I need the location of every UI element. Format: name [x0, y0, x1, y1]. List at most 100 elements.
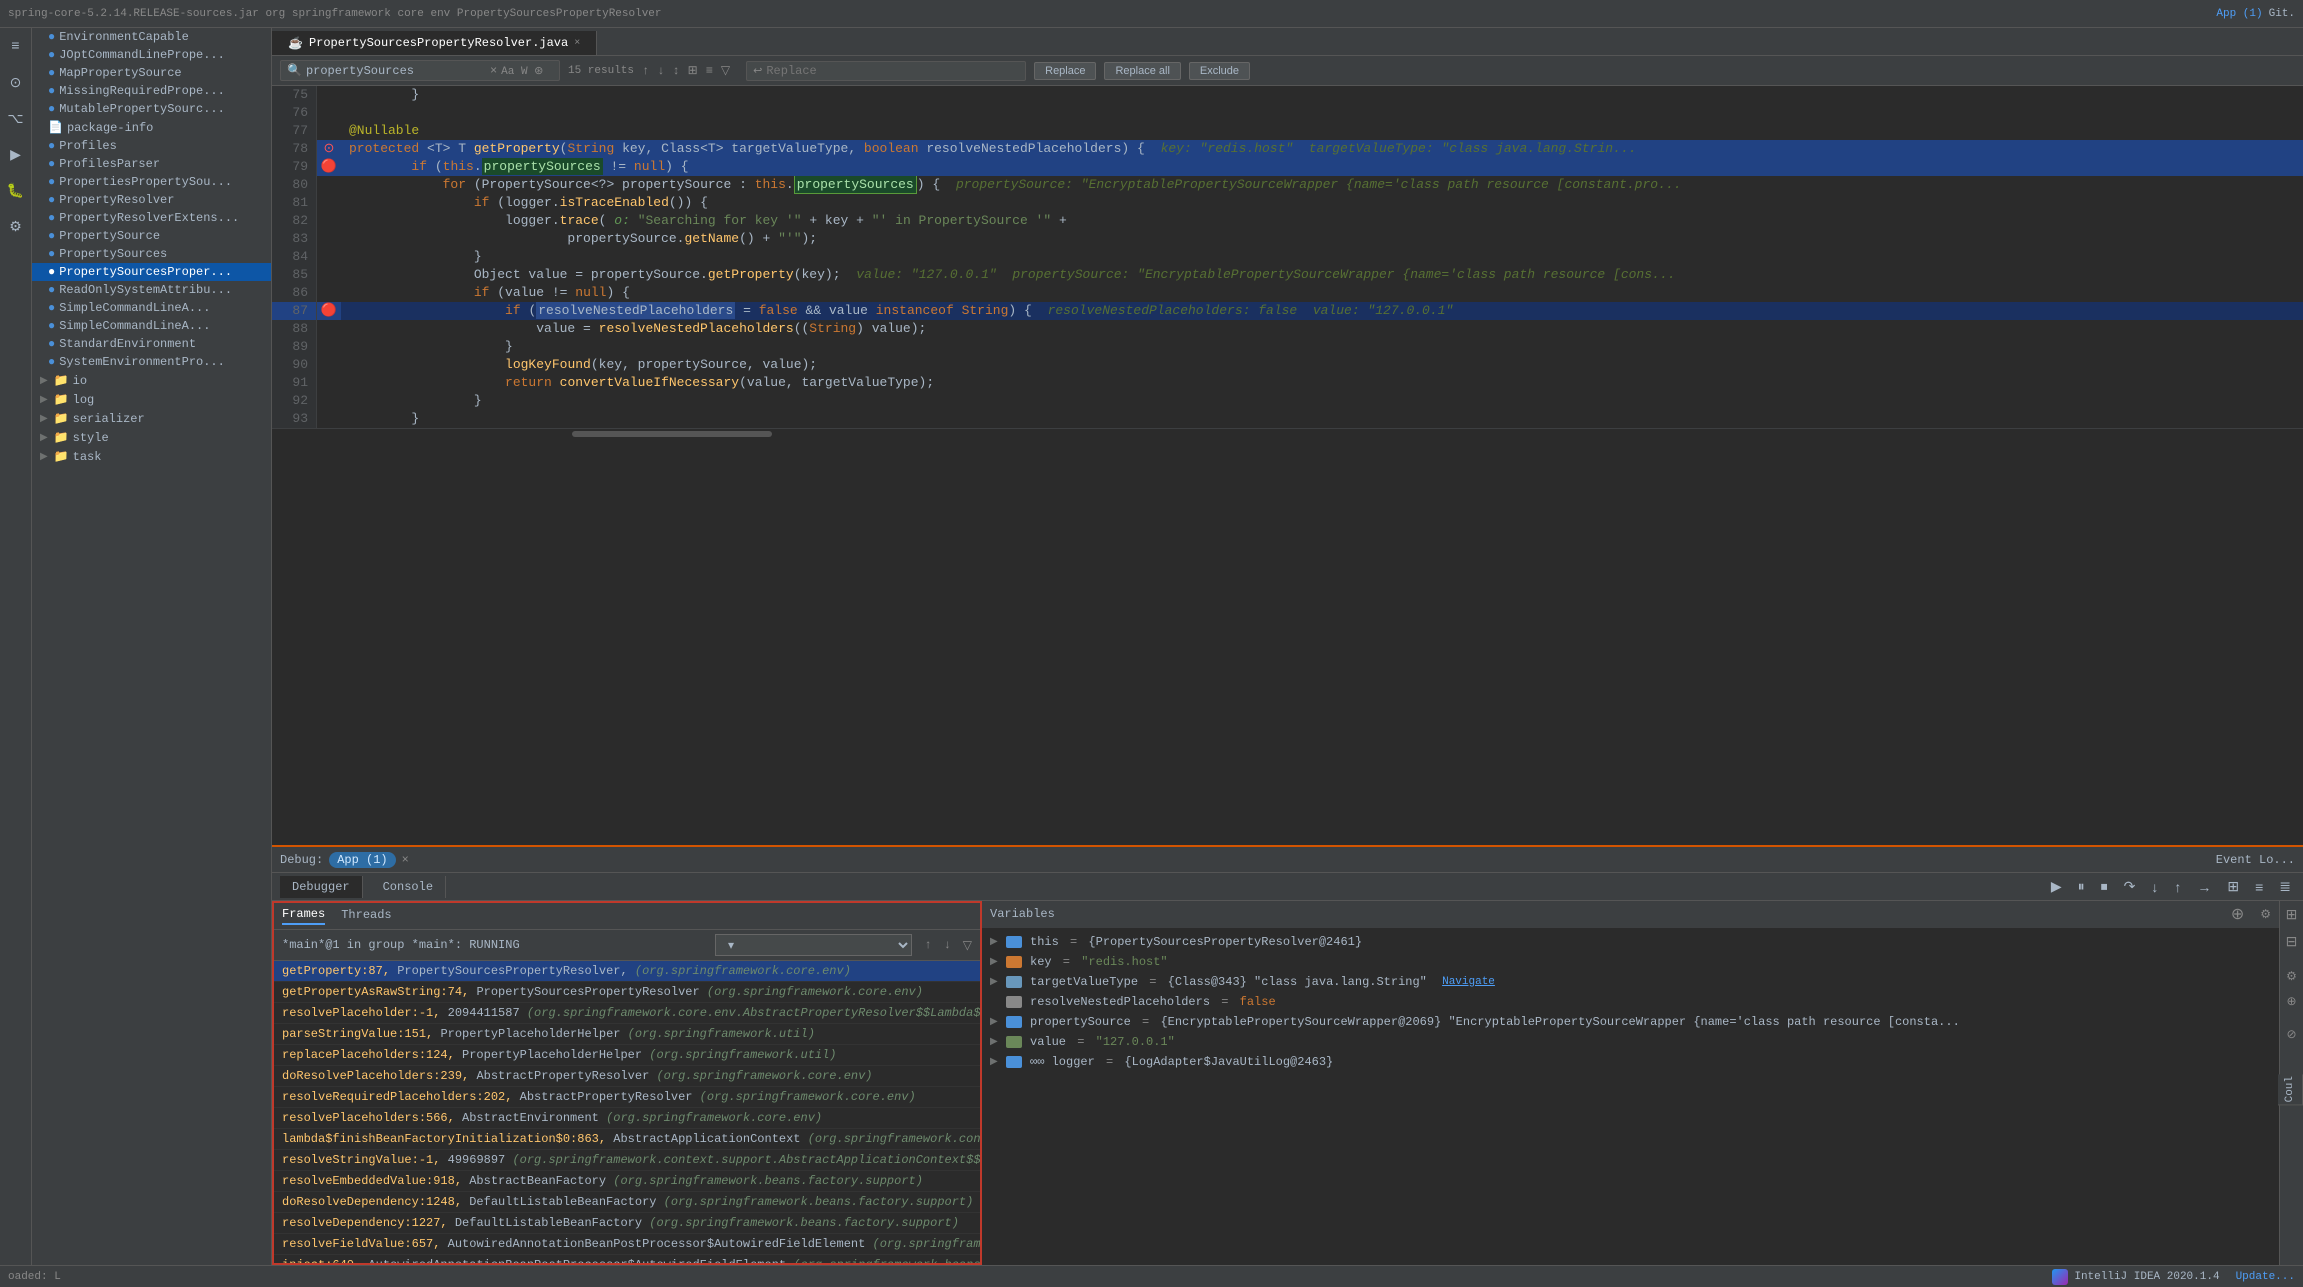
code-editor[interactable]: 75 } 76 77 @Nullable: [272, 86, 2303, 845]
search-nav-up[interactable]: ↑: [642, 64, 649, 78]
sidebar-item-18[interactable]: ● SystemEnvironmentPro...: [32, 353, 271, 371]
thread-selector[interactable]: ▾: [715, 934, 912, 956]
navigate-link[interactable]: Navigate: [1442, 976, 1495, 988]
var-expand-this[interactable]: ▶: [990, 936, 1002, 948]
git-icon[interactable]: ⌥: [5, 108, 27, 130]
h-scroll-thumb[interactable]: [572, 431, 772, 437]
frame-item-1[interactable]: getPropertyAsRawString:74, PropertySourc…: [274, 982, 980, 1003]
thread-filter-icon[interactable]: ▽: [963, 938, 972, 953]
debug-evaluate-btn[interactable]: ⊞: [2223, 876, 2243, 897]
frames-tab[interactable]: Frames: [282, 907, 325, 925]
sidebar-item-12[interactable]: ● PropertySources: [32, 245, 271, 263]
frame-item-7[interactable]: resolvePlaceholders:566, AbstractEnviron…: [274, 1108, 980, 1129]
var-expand-icon[interactable]: ⊟: [2284, 932, 2300, 953]
debug-resume-btn[interactable]: ▶: [2047, 876, 2066, 897]
debug-pause-btn[interactable]: ⏸: [2074, 876, 2089, 897]
debug-settings-btn[interactable]: ≡: [2251, 877, 2267, 897]
git-indicator[interactable]: Git.: [2269, 8, 2295, 20]
var-expand-all-icon[interactable]: ⊕: [2231, 904, 2244, 924]
var-item-logger[interactable]: ▶ ∞∞ logger = {LogAdapter$JavaUtilLog@24…: [982, 1052, 2279, 1072]
sidebar-item-13[interactable]: ● PropertySourcesProper...: [32, 263, 271, 281]
sidebar-item-8[interactable]: ● PropertiesPropertySou...: [32, 173, 271, 191]
frame-item-10[interactable]: resolveEmbeddedValue:918, AbstractBeanFa…: [274, 1171, 980, 1192]
sidebar-item-16[interactable]: ● SimpleCommandLineA...: [32, 317, 271, 335]
debugger-tab[interactable]: Debugger: [280, 876, 363, 898]
debug-icon-left[interactable]: 🐛: [5, 180, 27, 202]
search-funnel-icon[interactable]: ▽: [721, 63, 730, 78]
debug-tab-close[interactable]: ×: [402, 853, 409, 867]
sidebar-item-1[interactable]: ● JOptCommandLinePrope...: [32, 46, 271, 64]
var-more-icon[interactable]: ⊕: [2284, 992, 2298, 1011]
frame-item-6[interactable]: resolveRequiredPlaceholders:202, Abstrac…: [274, 1087, 980, 1108]
search-input-wrap[interactable]: 🔍 × Aa W ⊛: [280, 60, 560, 81]
sidebar-item-0[interactable]: ● EnvironmentCapable: [32, 28, 271, 46]
frame-item-5[interactable]: doResolvePlaceholders:239, AbstractPrope…: [274, 1066, 980, 1087]
threads-tab[interactable]: Threads: [341, 908, 391, 924]
replace-all-button[interactable]: Replace all: [1104, 62, 1180, 80]
frame-item-12[interactable]: resolveDependency:1227, DefaultListableB…: [274, 1213, 980, 1234]
var-collapse-icon[interactable]: ⊞: [2284, 905, 2300, 926]
var-expand-tvt[interactable]: ▶: [990, 976, 1002, 988]
sidebar-item-7[interactable]: ● ProfilesParser: [32, 155, 271, 173]
frame-item-0[interactable]: getProperty:87, PropertySourcesPropertyR…: [274, 961, 980, 982]
frame-item-8[interactable]: lambda$finishBeanFactoryInitialization$0…: [274, 1129, 980, 1150]
folder-task[interactable]: ▶ 📁 task: [32, 447, 271, 466]
frame-item-3[interactable]: parseStringValue:151, PropertyPlaceholde…: [274, 1024, 980, 1045]
debug-layout-btn[interactable]: ≣: [2275, 876, 2295, 897]
debug-step-over-btn[interactable]: ↷: [2120, 876, 2140, 897]
debug-app-tab[interactable]: App (1): [329, 852, 395, 868]
frame-item-9[interactable]: resolveStringValue:-1, 49969897 (org.spr…: [274, 1150, 980, 1171]
settings-left-icon[interactable]: ⚙: [5, 216, 27, 238]
sidebar-item-profiles[interactable]: ● Profiles: [32, 137, 271, 155]
search-options-icon[interactable]: ≡: [706, 64, 713, 78]
tab-close-btn[interactable]: ×: [574, 38, 580, 49]
var-search-icon[interactable]: ⊘: [2284, 1025, 2298, 1044]
search-close-icon[interactable]: ×: [490, 64, 497, 78]
var-item-value[interactable]: ▶ value = "127.0.0.1": [982, 1032, 2279, 1052]
debug-step-into-btn[interactable]: ↓: [2147, 877, 2162, 897]
sidebar-item-11[interactable]: ● PropertySource: [32, 227, 271, 245]
var-item-this[interactable]: ▶ this = {PropertySourcesPropertyResolve…: [982, 932, 2279, 952]
var-expand-key[interactable]: ▶: [990, 956, 1002, 968]
sidebar-item-5[interactable]: 📄 package-info: [32, 118, 271, 137]
sidebar-item-17[interactable]: ● StandardEnvironment: [32, 335, 271, 353]
var-item-rnp[interactable]: resolveNestedPlaceholders = false: [982, 992, 2279, 1012]
sidebar-item-14[interactable]: ● ReadOnlySystemAttribu...: [32, 281, 271, 299]
app-indicator[interactable]: App (1): [2216, 8, 2262, 20]
search-wrap-icon[interactable]: ↕: [672, 64, 679, 78]
folder-log[interactable]: ▶ 📁 log: [32, 390, 271, 409]
var-item-key[interactable]: ▶ key = "redis.host": [982, 952, 2279, 972]
frame-item-11[interactable]: doResolveDependency:1248, DefaultListabl…: [274, 1192, 980, 1213]
sidebar-item-10[interactable]: ● PropertyResolverExtens...: [32, 209, 271, 227]
frame-item-13[interactable]: resolveFieldValue:657, AutowiredAnnotati…: [274, 1234, 980, 1255]
thread-down-icon[interactable]: ↓: [944, 938, 951, 952]
editor-tab-active[interactable]: ☕ PropertySourcesPropertyResolver.java ×: [272, 31, 597, 55]
replace-input[interactable]: [766, 64, 886, 78]
code-horizontal-scrollbar[interactable]: [272, 428, 2303, 438]
exclude-button[interactable]: Exclude: [1189, 62, 1250, 80]
update-label[interactable]: Update...: [2236, 1271, 2295, 1283]
frame-item-14[interactable]: inject:640, AutowiredAnnotationBeanPostP…: [274, 1255, 980, 1263]
var-copy-icon[interactable]: ⚙: [2284, 967, 2299, 986]
search-nav-down[interactable]: ↓: [657, 64, 664, 78]
folder-style[interactable]: ▶ 📁 style: [32, 428, 271, 447]
sidebar-item-4[interactable]: ● MutablePropertySourc...: [32, 100, 271, 118]
debug-run-cursor-btn[interactable]: →: [2193, 877, 2215, 897]
sidebar-item-15[interactable]: ● SimpleCommandLineA...: [32, 299, 271, 317]
sidebar-item-3[interactable]: ● MissingRequiredPrope...: [32, 82, 271, 100]
search-filter-icon[interactable]: ⊞: [688, 63, 698, 78]
structure-icon[interactable]: ≡: [5, 36, 27, 58]
commit-icon[interactable]: ⊙: [5, 72, 27, 94]
replace-button[interactable]: Replace: [1034, 62, 1096, 80]
run-icon[interactable]: ▶: [5, 144, 27, 166]
var-item-ps[interactable]: ▶ propertySource = {EncryptablePropertyS…: [982, 1012, 2279, 1032]
frame-item-4[interactable]: replacePlaceholders:124, PropertyPlaceho…: [274, 1045, 980, 1066]
folder-io[interactable]: ▶ 📁 io: [32, 371, 271, 390]
thread-up-icon[interactable]: ↑: [924, 938, 931, 952]
console-tab[interactable]: Console: [371, 876, 446, 898]
replace-input-wrap[interactable]: ↩: [746, 61, 1026, 81]
sidebar-item-9[interactable]: ● PropertyResolver: [32, 191, 271, 209]
sidebar-item-2[interactable]: ● MapPropertySource: [32, 64, 271, 82]
var-settings-icon[interactable]: ⚙: [2260, 907, 2271, 922]
debug-step-out-btn[interactable]: ↑: [2170, 877, 2185, 897]
